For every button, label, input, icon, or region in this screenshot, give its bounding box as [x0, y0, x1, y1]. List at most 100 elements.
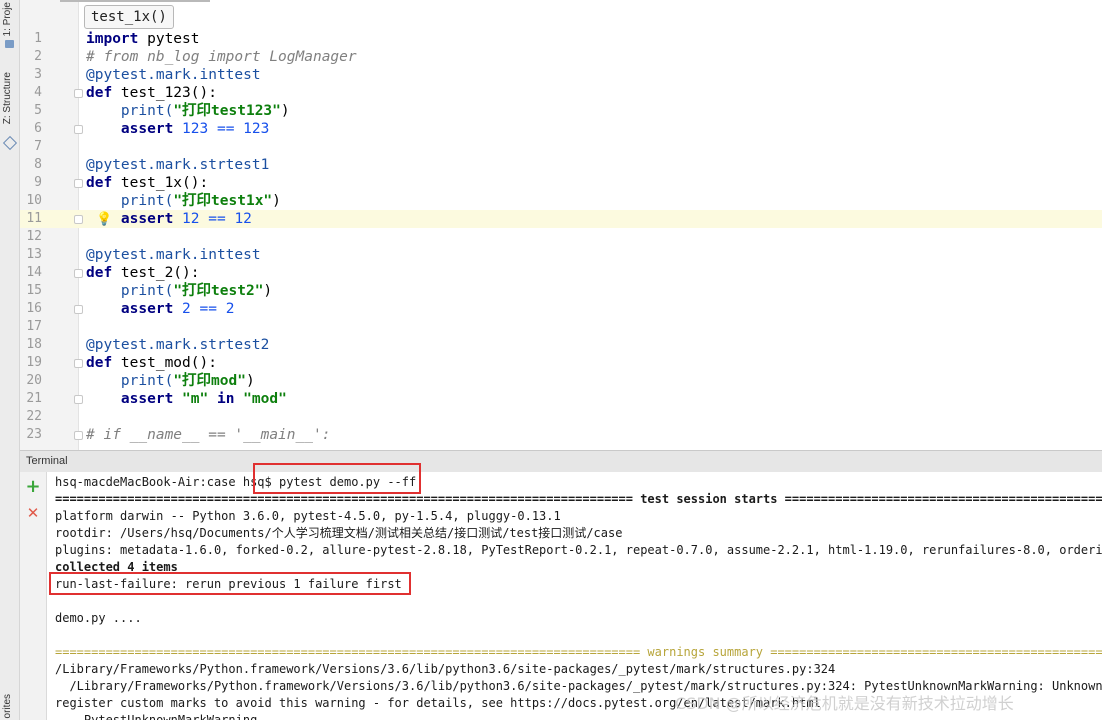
keyword: assert [86, 211, 174, 227]
number-literal: 2 [173, 301, 191, 317]
structure-icon [2, 135, 18, 151]
code-line: 18 @pytest.mark.strtest2 [20, 336, 1102, 354]
line-number: 6 [34, 121, 42, 136]
breadcrumb[interactable]: test_1x() [84, 5, 174, 29]
keyword: in [208, 391, 235, 407]
line-number: 1 [34, 31, 42, 46]
line-number: 3 [34, 67, 42, 82]
line-number: 18 [26, 337, 42, 352]
code-line: 22 [20, 408, 1102, 426]
code-area[interactable]: 1 import pytest 2 # from nb_log import Log… [20, 30, 1102, 444]
fold-marker-icon[interactable] [74, 305, 83, 314]
fold-marker-icon[interactable] [74, 179, 83, 188]
line-number: 10 [26, 193, 42, 208]
terminal-line: ========================================… [55, 645, 1102, 659]
add-terminal-icon[interactable]: + [24, 478, 42, 496]
fold-marker-icon[interactable] [74, 359, 83, 368]
terminal-line: ========================================… [55, 492, 1102, 506]
code-line: 21 assert "m" in "mod" [20, 390, 1102, 408]
code-line: 15 print("打印test2") [20, 282, 1102, 300]
fold-marker-icon[interactable] [74, 431, 83, 440]
keyword: assert [86, 301, 174, 317]
builtin-call: print( [86, 103, 174, 119]
line-number: 16 [26, 301, 42, 316]
keyword: def [86, 85, 113, 101]
string-literal: "打印test1x" [173, 193, 273, 209]
terminal-output[interactable]: hsq-macdeMacBook-Air:case hsq$ pytest de… [47, 472, 1102, 720]
code-line: 23 # if __name__ == '__main__': [20, 426, 1102, 444]
keyword: import [86, 31, 139, 47]
annotation-box-rerun [49, 572, 411, 595]
code-line: 19 def test_mod(): [20, 354, 1102, 372]
builtin-call: print( [86, 283, 174, 299]
number-literal: 2 [216, 301, 235, 317]
code-line-current: 11 💡 assert 12 == 12 [20, 210, 1102, 228]
code-line: 5 print("打印test123") [20, 102, 1102, 120]
favorites-tool-tab[interactable]: orites [2, 694, 13, 718]
project-tool-tab[interactable]: 1: Proje [2, 2, 13, 36]
line-number: 11 [26, 211, 42, 226]
decorator: @pytest.mark.inttest [86, 247, 261, 263]
number-literal: 123 [173, 121, 209, 137]
watermark: CSDN @所以经济危机就是没有新技术拉动增长 [675, 694, 1014, 713]
code-text: ) [280, 103, 290, 119]
comment: # from nb_log import LogManager [86, 49, 357, 65]
line-number: 17 [26, 319, 42, 334]
function-signature: test_2(): [112, 265, 200, 281]
string-literal: "打印test123" [173, 103, 281, 119]
code-text: ) [245, 373, 255, 389]
code-line: 14 def test_2(): [20, 264, 1102, 282]
code-line: 13 @pytest.mark.inttest [20, 246, 1102, 264]
terminal-toolbar: + ✕ [20, 472, 47, 720]
terminal-line: demo.py .... [55, 611, 142, 625]
number-literal: 12 [225, 211, 252, 227]
fold-marker-icon[interactable] [74, 89, 83, 98]
code-line: 10 print("打印test1x") [20, 192, 1102, 210]
number-literal: 12 [173, 211, 200, 227]
decorator: @pytest.mark.strtest1 [86, 157, 270, 173]
code-line: 8 @pytest.mark.strtest1 [20, 156, 1102, 174]
line-number: 15 [26, 283, 42, 298]
annotation-box-command [253, 463, 421, 494]
fold-marker-icon[interactable] [74, 125, 83, 134]
builtin-call: print( [86, 373, 174, 389]
tool-window-strip: 1: Proje Z: Structure orites [0, 0, 20, 720]
folder-icon [5, 40, 14, 48]
code-editor[interactable]: test_1x() 1 import pytest 2 # from nb_log … [20, 0, 1102, 450]
code-line: 12 [20, 228, 1102, 246]
line-number: 8 [34, 157, 42, 172]
code-text: pytest [138, 31, 200, 47]
number-literal: 123 [234, 121, 270, 137]
code-line: 16 assert 2 == 2 [20, 300, 1102, 318]
structure-tool-tab[interactable]: Z: Structure [2, 72, 13, 124]
line-number: 20 [26, 373, 42, 388]
terminal-line: platform darwin -- Python 3.6.0, pytest-… [55, 509, 561, 523]
terminal-header: Terminal [20, 450, 1102, 473]
fold-marker-icon[interactable] [74, 269, 83, 278]
fold-marker-icon[interactable] [74, 215, 83, 224]
fold-marker-icon[interactable] [74, 395, 83, 404]
code-line: 4 def test_123(): [20, 84, 1102, 102]
terminal-line: PytestUnknownMarkWarning [55, 713, 258, 720]
keyword: assert [86, 121, 174, 137]
project-tab-label: 1: Proje [2, 2, 13, 37]
code-line: 20 print("打印mod") [20, 372, 1102, 390]
structure-tab-label: Z: Structure [2, 72, 13, 125]
close-terminal-icon[interactable]: ✕ [24, 504, 42, 522]
line-number: 12 [26, 229, 42, 244]
code-line: 2 # from nb_log import LogManager [20, 48, 1102, 66]
line-number: 4 [34, 85, 42, 100]
string-literal: "打印mod" [173, 373, 246, 389]
terminal-line: rootdir: /Users/hsq/Documents/个人学习梳理文档/测… [55, 526, 623, 540]
line-number: 19 [26, 355, 42, 370]
line-number: 23 [26, 427, 42, 442]
line-number: 22 [26, 409, 42, 424]
function-signature: test_mod(): [112, 355, 217, 371]
comment: # if __name__ == '__main__': [86, 427, 331, 443]
terminal-title: Terminal [26, 455, 68, 467]
line-number: 7 [34, 139, 42, 154]
function-signature: test_123(): [112, 85, 217, 101]
favorites-tab-label: orites [2, 694, 13, 719]
line-number: 2 [34, 49, 42, 64]
operator: == [199, 211, 226, 227]
